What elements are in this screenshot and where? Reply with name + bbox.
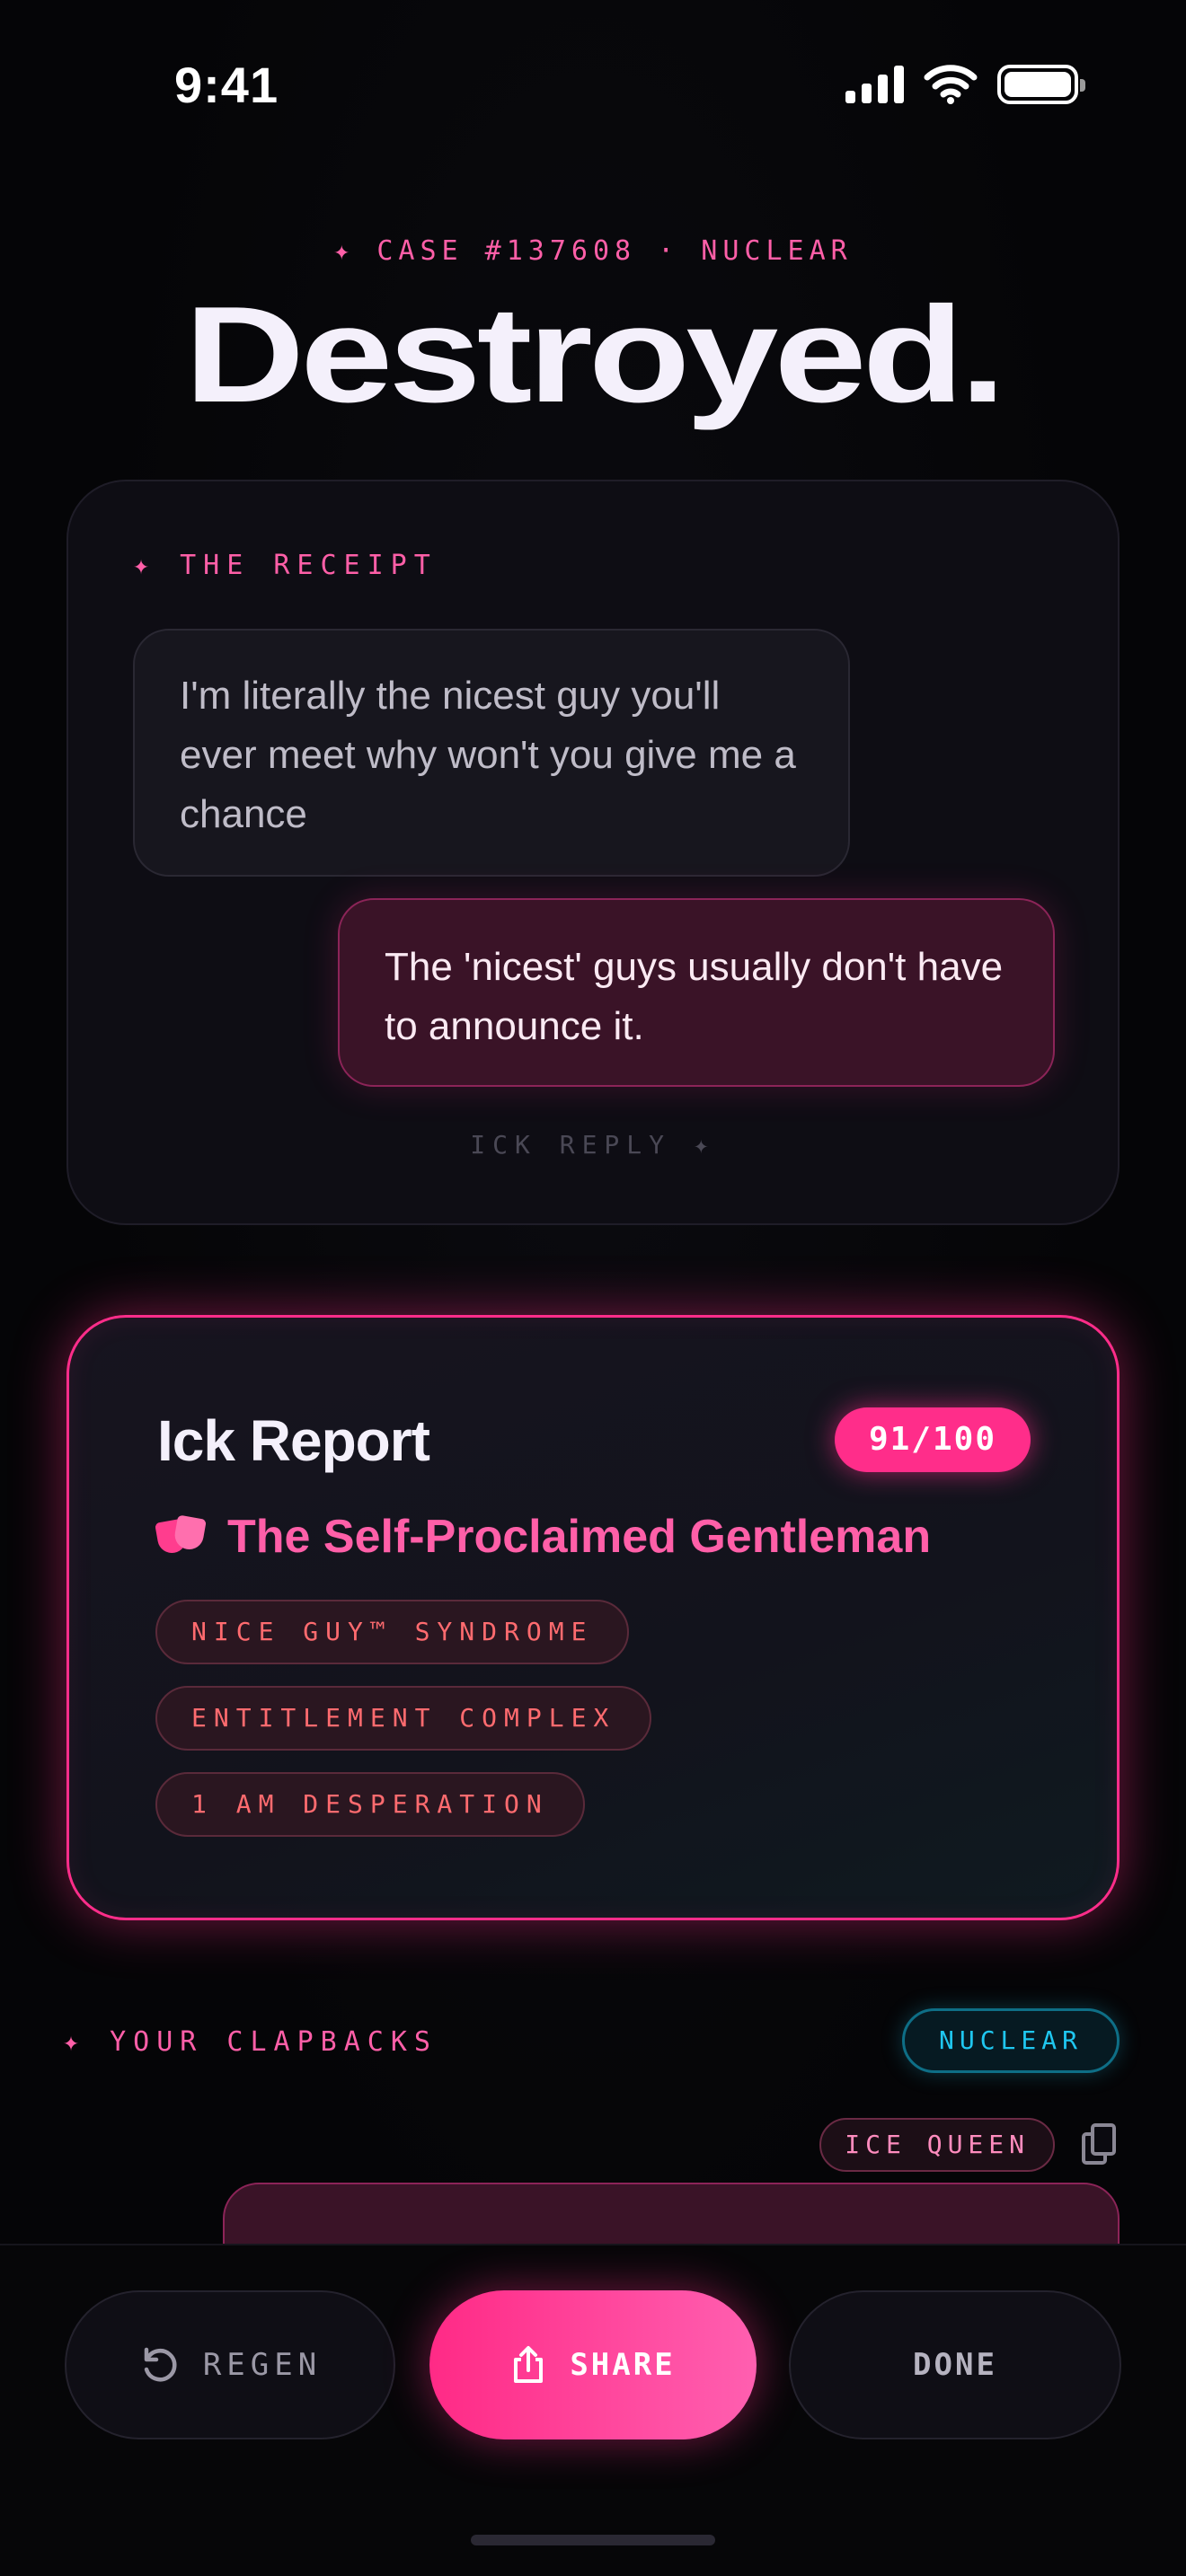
archetype-row: The Self-Proclaimed Gentleman	[155, 1510, 932, 1564]
ick-reply-label: ICK REPLY ✦	[470, 1130, 716, 1160]
receipt-card: ✦ THE RECEIPT I'm literally the nicest g…	[66, 480, 1120, 1225]
case-line: ✦ CASE #137608 · NUCLEAR	[333, 235, 853, 267]
ick-tag: ENTITLEMENT COMPLEX	[155, 1686, 652, 1751]
wifi-icon	[924, 65, 978, 104]
status-icons	[845, 65, 1085, 104]
share-label: SHARE	[570, 2347, 676, 2383]
regen-button[interactable]: REGEN	[65, 2290, 395, 2439]
cellular-signal-icon	[845, 66, 904, 103]
page-title: Destroyed.	[184, 278, 1006, 431]
share-button[interactable]: SHARE	[429, 2290, 757, 2439]
receipt-label: ✦ THE RECEIPT	[133, 550, 438, 581]
clapback-mode-pill[interactable]: NUCLEAR	[901, 2008, 1120, 2073]
theater-masks-icon	[155, 1514, 207, 1557]
reply-message-bubble: The 'nicest' guys usually don't have to …	[338, 898, 1055, 1087]
copy-icon[interactable]	[1082, 2123, 1118, 2166]
clapback-style-tag: ICE QUEEN	[819, 2118, 1055, 2172]
ick-tag: 1 AM DESPERATION	[155, 1772, 585, 1837]
status-time: 9:41	[174, 57, 279, 113]
regen-label: REGEN	[202, 2347, 323, 2383]
screen: 9:41 ✦ CASE #137608 · NUCLEAR Destroyed.…	[0, 0, 1186, 2576]
done-button[interactable]: DONE	[789, 2290, 1121, 2439]
ick-report-card: Ick Report 91/100 The Self-Proclaimed Ge…	[66, 1315, 1120, 1920]
report-title: Ick Report	[157, 1408, 430, 1473]
home-indicator	[471, 2535, 715, 2545]
done-label: DONE	[913, 2347, 997, 2383]
battery-icon	[997, 65, 1085, 104]
their-message-bubble: I'm literally the nicest guy you'll ever…	[133, 629, 850, 877]
clapbacks-label: ✦ YOUR CLAPBACKS	[63, 2026, 438, 2058]
bottom-action-bar: REGEN SHARE DONE	[0, 2244, 1186, 2576]
status-bar: 9:41	[0, 0, 1186, 171]
ick-tag: NICE GUY™ SYNDROME	[155, 1600, 630, 1664]
score-badge: 91/100	[834, 1407, 1031, 1472]
refresh-icon	[144, 2347, 177, 2382]
share-icon	[514, 2346, 544, 2383]
archetype-name: The Self-Proclaimed Gentleman	[227, 1511, 932, 1563]
